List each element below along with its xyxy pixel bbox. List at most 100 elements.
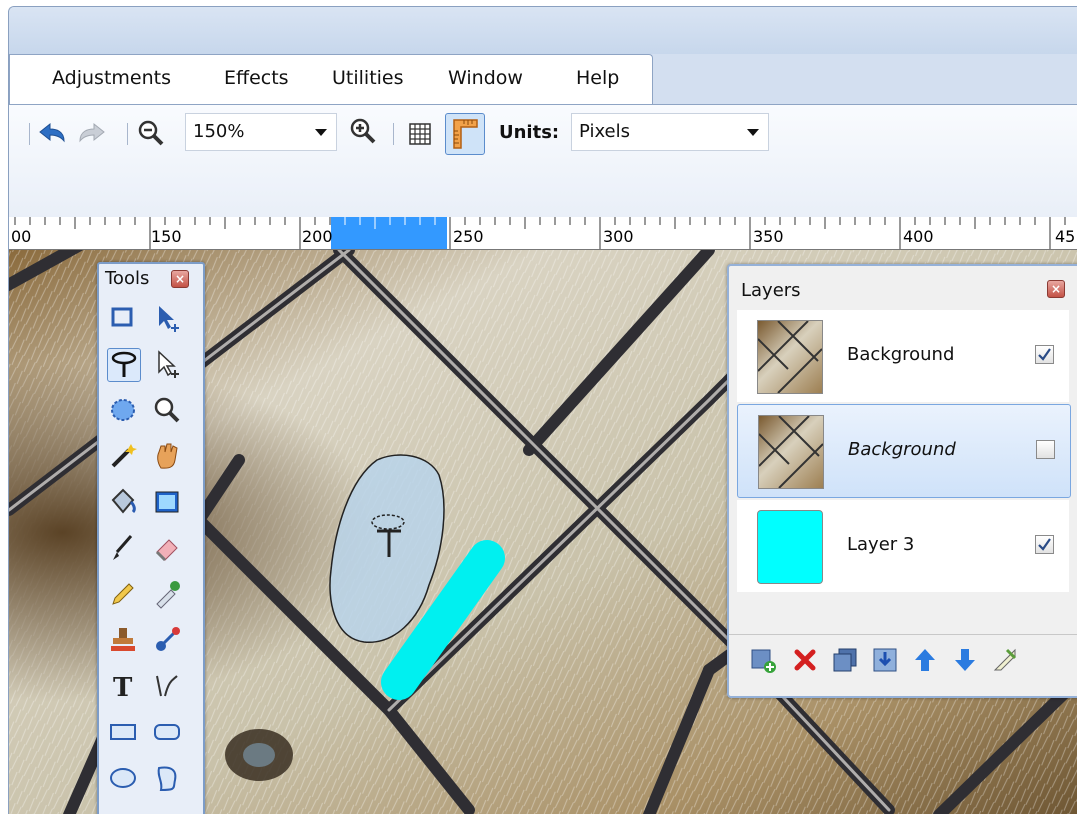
units-combo[interactable]: Pixels — [571, 113, 769, 151]
move-selected-tool-button[interactable] — [151, 348, 183, 380]
add-layer-button[interactable] — [749, 646, 777, 674]
color-picker-tool-button[interactable] — [151, 578, 183, 610]
layer-visibility-checkbox[interactable] — [1036, 440, 1055, 459]
layer-visibility-checkbox[interactable] — [1035, 535, 1054, 554]
zoom-in-button[interactable] — [347, 115, 379, 147]
zoom-out-button[interactable] — [135, 117, 167, 149]
magic-wand-icon — [111, 444, 137, 468]
rounded-rectangle-tool-button[interactable] — [151, 716, 183, 748]
rectangle-select-icon — [111, 307, 133, 327]
merge-layer-down-button[interactable] — [871, 646, 899, 674]
text-tool-button[interactable]: T — [107, 670, 139, 703]
ruler-toggle-button[interactable] — [445, 113, 485, 155]
ruler-label: 400 — [903, 227, 934, 246]
menu-utilities[interactable]: Utilities — [332, 67, 404, 89]
text-icon: T — [113, 673, 133, 703]
units-label: Units: — [499, 122, 560, 143]
toolbar: 150% Units: Pixels — [9, 104, 1077, 218]
menu-window[interactable]: Window — [448, 67, 523, 89]
paint-bucket-tool-button[interactable] — [107, 486, 139, 518]
ruler-label: 350 — [753, 227, 784, 246]
layer-name: Layer 3 — [847, 534, 915, 555]
eraser-icon — [155, 539, 178, 562]
image-canvas[interactable]: Tools × T Layers × Background Background… — [9, 250, 1077, 814]
grid-toggle-button[interactable] — [405, 119, 435, 149]
paintbrush-tool-button[interactable] — [107, 532, 139, 564]
chevron-down-icon — [747, 129, 759, 136]
layer-thumbnail — [757, 320, 823, 394]
layer-thumbnail — [757, 510, 823, 584]
zoom-tool-icon — [154, 397, 180, 423]
toolbar-separator — [29, 123, 30, 145]
paintbrush-icon — [113, 535, 133, 560]
zoom-tool-tool-button[interactable] — [151, 394, 183, 426]
rounded-rectangle-icon — [154, 724, 180, 740]
pan-tool-button[interactable] — [151, 440, 183, 472]
color-picker-icon — [156, 581, 180, 609]
layer-name: Background — [848, 439, 956, 460]
layers-window: Layers × Background Background Layer 3 — [727, 264, 1077, 698]
tools-window: Tools × T — [97, 262, 205, 814]
app-window: Adjustments Effects Utilities Window Hel… — [0, 0, 1077, 814]
menu-effects[interactable]: Effects — [224, 67, 289, 89]
ruler-label: 00 — [11, 227, 32, 246]
chevron-down-icon — [315, 129, 327, 136]
layer-properties-button[interactable] — [991, 646, 1019, 674]
ruler-label: 45 — [1055, 227, 1076, 246]
menu-help[interactable]: Help — [576, 67, 619, 89]
merge-layer-down-icon — [873, 648, 897, 672]
tools-title: Tools — [105, 268, 150, 289]
eraser-tool-button[interactable] — [151, 532, 183, 564]
layer-visibility-checkbox[interactable] — [1035, 345, 1054, 364]
lasso-select-tool-button[interactable] — [107, 348, 141, 382]
svg-text:T: T — [113, 673, 133, 702]
layer-thumbnail — [758, 415, 824, 489]
menu-adjustments[interactable]: Adjustments — [52, 67, 171, 89]
menu-tab: Adjustments Effects Utilities Window Hel… — [9, 54, 653, 105]
recolor-icon — [156, 627, 180, 651]
ruler-label: 200 — [302, 227, 333, 246]
ruler-icon — [453, 119, 478, 149]
add-layer-icon — [751, 649, 776, 673]
recolor-tool-button[interactable] — [151, 624, 183, 656]
pencil-tool-button[interactable] — [107, 578, 139, 610]
ellipse-select-tool-button[interactable] — [107, 394, 139, 426]
toolbar-separator — [393, 123, 394, 145]
move-layer-down-icon — [955, 649, 975, 671]
layer-row-selected[interactable]: Background — [737, 404, 1071, 498]
magic-wand-tool-button[interactable] — [107, 440, 139, 472]
freeform-shape-tool-button[interactable] — [151, 762, 183, 794]
move-selected-icon — [158, 350, 179, 378]
pan-icon — [157, 443, 178, 469]
zoom-value: 150% — [193, 121, 245, 142]
redo-button[interactable] — [75, 119, 107, 149]
move-layer-down-button[interactable] — [951, 646, 979, 674]
layer-properties-icon — [993, 648, 1017, 671]
close-icon[interactable]: × — [1047, 280, 1065, 298]
rectangle-tool-button[interactable] — [107, 716, 139, 748]
close-icon[interactable]: × — [171, 270, 189, 288]
ruler-label: 300 — [603, 227, 634, 246]
duplicate-layer-button[interactable] — [831, 646, 859, 674]
units-value: Pixels — [579, 121, 631, 142]
delete-layer-button[interactable] — [791, 646, 819, 674]
move-selection-tool-button[interactable] — [151, 302, 183, 334]
ruler-label: 150 — [151, 227, 182, 246]
undo-button[interactable] — [37, 119, 69, 149]
move-selection-icon — [159, 306, 179, 332]
clone-stamp-tool-button[interactable] — [107, 624, 139, 656]
move-layer-up-button[interactable] — [911, 646, 939, 674]
line-curve-tool-button[interactable] — [151, 670, 183, 702]
ellipse-icon — [110, 768, 136, 788]
zoom-combo[interactable]: 150% — [185, 113, 337, 151]
freeform-shape-icon — [157, 766, 177, 792]
title-bar — [9, 7, 1077, 54]
ellipse-tool-button[interactable] — [107, 762, 139, 794]
layer-row[interactable]: Background — [737, 310, 1069, 402]
rectangle-select-tool-button[interactable] — [107, 302, 139, 334]
grid-icon — [409, 123, 431, 145]
gradient-icon — [155, 491, 179, 513]
move-layer-up-icon — [915, 649, 935, 671]
gradient-tool-button[interactable] — [151, 486, 183, 518]
layer-row[interactable]: Layer 3 — [737, 500, 1069, 592]
